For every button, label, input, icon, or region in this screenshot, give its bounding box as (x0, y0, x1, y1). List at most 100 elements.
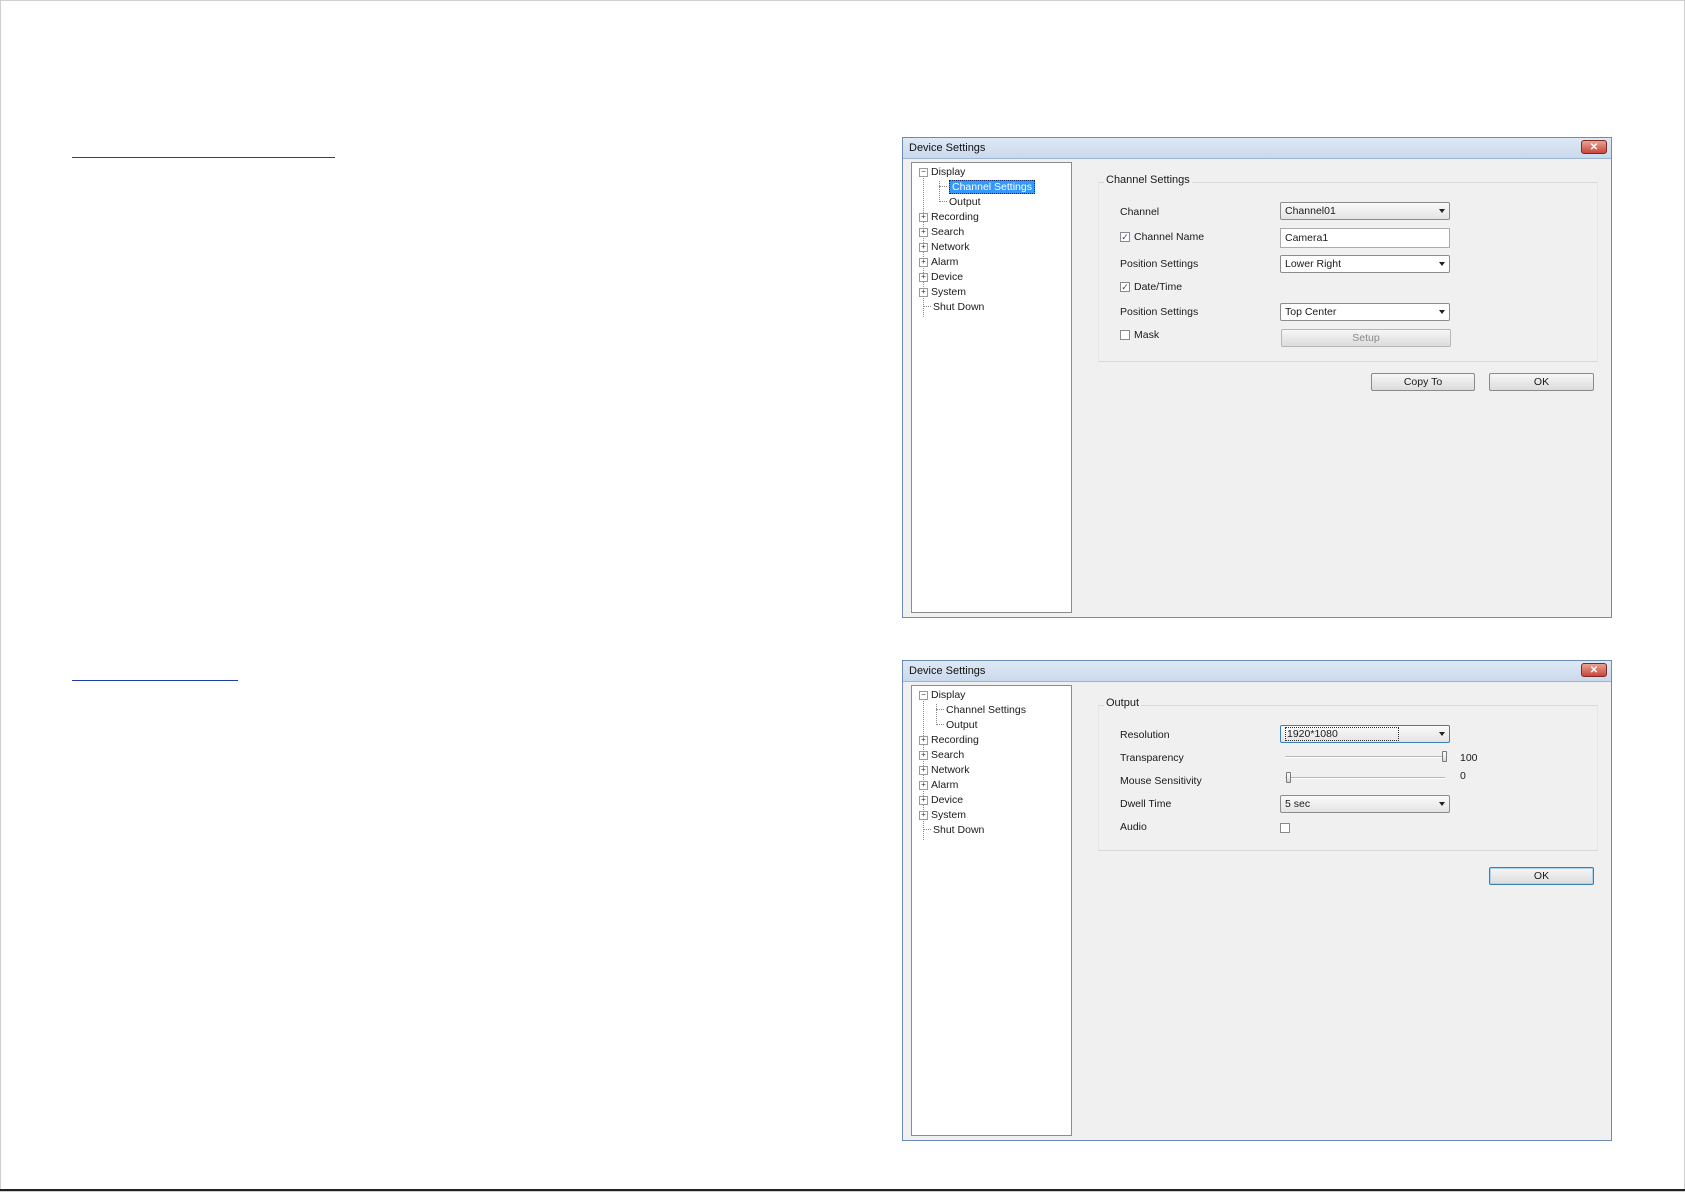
dropdown-arrow-icon (1439, 732, 1445, 736)
select-value: Top Center (1285, 306, 1337, 318)
mask-checkbox[interactable] (1120, 330, 1130, 340)
expand-icon[interactable]: + (919, 811, 928, 820)
tree-item-network[interactable]: + Network (919, 240, 970, 255)
tree-item-recording[interactable]: + Recording (919, 210, 979, 225)
settings-tree: − Display Channel Settings Output + Record… (911, 162, 1072, 613)
tree-item-label: System (931, 286, 967, 298)
tree-item-output[interactable]: Output (936, 718, 978, 733)
collapse-icon[interactable]: − (919, 691, 928, 700)
select-value: Lower Right (1285, 258, 1342, 270)
tree-item-label: Shut Down (933, 301, 985, 313)
tree-item-display[interactable]: − Display (919, 688, 965, 703)
mouse-sensitivity-label: Mouse Sensitivity (1120, 775, 1202, 787)
tree-item-label: Shut Down (933, 824, 985, 836)
expand-icon[interactable]: + (919, 766, 928, 775)
tree-item-shut-down[interactable]: Shut Down (923, 300, 984, 315)
tree-item-label: Alarm (931, 779, 959, 791)
expand-icon[interactable]: + (919, 273, 928, 282)
tree-connector (923, 829, 931, 830)
channel-label: Channel (1120, 206, 1160, 218)
select-value: 1920*1080 (1285, 727, 1399, 741)
dropdown-arrow-icon (1439, 310, 1445, 314)
expand-icon[interactable]: + (919, 258, 928, 267)
position-settings-label: Position Settings (1120, 258, 1199, 270)
tree-item-recording[interactable]: + Recording (919, 733, 979, 748)
close-icon[interactable]: ✕ (1581, 140, 1607, 154)
resolution-select[interactable]: 1920*1080 (1280, 725, 1450, 743)
expand-icon[interactable]: + (919, 781, 928, 790)
tree-item-display[interactable]: − Display (919, 165, 965, 180)
tree-item-label: Network (931, 241, 970, 253)
expand-icon[interactable]: + (919, 736, 928, 745)
expand-icon[interactable]: + (919, 288, 928, 297)
channel-select[interactable]: Channel01 (1280, 202, 1450, 220)
tree-item-label: Output (946, 719, 978, 731)
tree-item-network[interactable]: + Network (919, 763, 970, 778)
tree-item-label: Alarm (931, 256, 959, 268)
setup-button[interactable]: Setup (1281, 329, 1451, 347)
audio-label: Audio (1120, 821, 1147, 833)
tree-item-device[interactable]: + Device (919, 793, 963, 808)
resolution-label: Resolution (1120, 729, 1170, 741)
expand-icon[interactable]: + (919, 243, 928, 252)
copy-to-button[interactable]: Copy To (1371, 373, 1475, 391)
tree-item-label: Search (931, 226, 965, 238)
ok-button[interactable]: OK (1489, 867, 1594, 885)
datetime-label: Date/Time (1134, 281, 1183, 293)
channel-name-checkbox[interactable]: ✓ (1120, 232, 1130, 242)
channel-name-field[interactable]: Camera1 (1280, 228, 1450, 248)
tree-item-output[interactable]: Output (939, 195, 981, 210)
tree-item-channel-settings[interactable]: Channel Settings (939, 180, 1035, 195)
expand-icon[interactable]: + (919, 213, 928, 222)
titlebar: Device Settings ✕ (903, 661, 1611, 682)
tree-item-search[interactable]: + Search (919, 748, 964, 763)
tree-item-shut-down[interactable]: Shut Down (923, 823, 984, 838)
tree-item-label: Recording (931, 734, 979, 746)
audio-checkbox[interactable] (1280, 823, 1290, 833)
tree-item-label: System (931, 809, 967, 821)
ok-button[interactable]: OK (1489, 373, 1594, 391)
datetime-position-select[interactable]: Top Center (1280, 303, 1450, 321)
device-settings-dialog-channel: Device Settings ✕ − Display Channel Setti… (902, 137, 1612, 618)
titlebar: Device Settings ✕ (903, 138, 1611, 159)
dwell-time-select[interactable]: 5 sec (1280, 795, 1450, 813)
tree-item-label: Device (931, 794, 964, 806)
device-settings-dialog-output: Device Settings ✕ − Display Channel Setti… (902, 660, 1612, 1141)
mouse-sensitivity-slider-track[interactable] (1285, 777, 1445, 779)
collapse-icon[interactable]: − (919, 168, 928, 177)
tree-item-system[interactable]: + System (919, 808, 966, 823)
position-settings-label: Position Settings (1120, 306, 1199, 318)
dwell-time-label: Dwell Time (1120, 798, 1172, 810)
mouse-sensitivity-value: 0 (1460, 770, 1466, 782)
transparency-slider-track[interactable] (1285, 756, 1445, 758)
tree-item-label: Display (931, 689, 966, 701)
dropdown-arrow-icon (1439, 262, 1445, 266)
datetime-checkbox[interactable]: ✓ (1120, 282, 1130, 292)
footer-rule (0, 1189, 1685, 1191)
transparency-slider-thumb[interactable] (1442, 751, 1447, 762)
tree-item-label: Recording (931, 211, 979, 223)
dropdown-arrow-icon (1439, 802, 1445, 806)
tree-item-label: Device (931, 271, 964, 283)
select-value: Channel01 (1285, 205, 1336, 217)
transparency-value: 100 (1460, 752, 1478, 764)
section-heading-underline-1 (72, 157, 335, 158)
close-icon[interactable]: ✕ (1581, 663, 1607, 677)
tree-connector (939, 186, 947, 187)
tree-item-system[interactable]: + System (919, 285, 966, 300)
tree-item-alarm[interactable]: + Alarm (919, 255, 958, 270)
tree-item-device[interactable]: + Device (919, 270, 963, 285)
expand-icon[interactable]: + (919, 751, 928, 760)
settings-tree: − Display Channel Settings Output + Record… (911, 685, 1072, 1136)
tree-item-search[interactable]: + Search (919, 225, 964, 240)
mouse-sensitivity-slider-thumb[interactable] (1286, 772, 1291, 783)
expand-icon[interactable]: + (919, 796, 928, 805)
tree-item-label: Display (931, 166, 966, 178)
tree-item-label: Output (949, 196, 981, 208)
name-position-select[interactable]: Lower Right (1280, 255, 1450, 273)
tree-item-label: Channel Settings (946, 704, 1026, 716)
dialog-title: Device Settings (909, 142, 986, 154)
tree-item-channel-settings[interactable]: Channel Settings (936, 703, 1026, 718)
tree-item-alarm[interactable]: + Alarm (919, 778, 958, 793)
expand-icon[interactable]: + (919, 228, 928, 237)
